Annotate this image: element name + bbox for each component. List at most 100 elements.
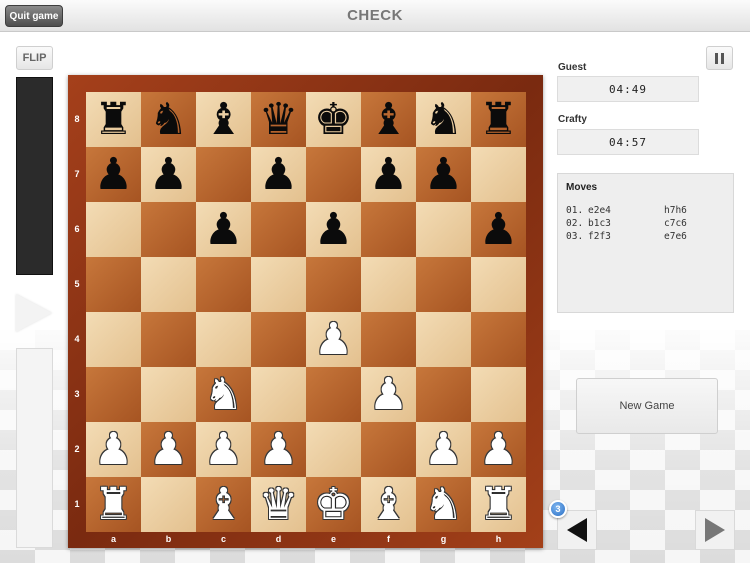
square-b7[interactable]: ♟	[141, 147, 196, 202]
white-pawn-icon[interactable]: ♟	[369, 372, 408, 417]
white-queen-icon[interactable]: ♛	[259, 482, 298, 527]
next-move-button[interactable]	[695, 510, 735, 550]
square-c4[interactable]	[196, 312, 251, 367]
black-pawn-icon[interactable]: ♟	[369, 152, 408, 197]
square-f5[interactable]	[361, 257, 416, 312]
square-g3[interactable]	[416, 367, 471, 422]
square-h7[interactable]	[471, 147, 526, 202]
square-e4[interactable]: ♟	[306, 312, 361, 367]
black-pawn-icon[interactable]: ♟	[204, 207, 243, 252]
black-bishop-icon[interactable]: ♝	[204, 97, 243, 142]
white-king-icon[interactable]: ♚	[314, 482, 353, 527]
square-f3[interactable]: ♟	[361, 367, 416, 422]
square-f2[interactable]	[361, 422, 416, 477]
white-rook-icon[interactable]: ♜	[94, 482, 133, 527]
black-pawn-icon[interactable]: ♟	[314, 207, 353, 252]
black-pawn-icon[interactable]: ♟	[149, 152, 188, 197]
black-bishop-icon[interactable]: ♝	[369, 97, 408, 142]
square-c5[interactable]	[196, 257, 251, 312]
square-f8[interactable]: ♝	[361, 92, 416, 147]
square-a3[interactable]	[86, 367, 141, 422]
square-b4[interactable]	[141, 312, 196, 367]
square-a5[interactable]	[86, 257, 141, 312]
black-knight-icon[interactable]: ♞	[424, 97, 463, 142]
square-g4[interactable]	[416, 312, 471, 367]
square-e7[interactable]	[306, 147, 361, 202]
white-pawn-icon[interactable]: ♟	[479, 427, 518, 472]
square-b8[interactable]: ♞	[141, 92, 196, 147]
square-g7[interactable]: ♟	[416, 147, 471, 202]
new-game-button[interactable]: New Game	[576, 378, 718, 434]
black-pawn-icon[interactable]: ♟	[479, 207, 518, 252]
square-f6[interactable]	[361, 202, 416, 257]
black-rook-icon[interactable]: ♜	[94, 97, 133, 142]
square-c3[interactable]: ♞	[196, 367, 251, 422]
square-b1[interactable]	[141, 477, 196, 532]
square-h5[interactable]	[471, 257, 526, 312]
white-knight-icon[interactable]: ♞	[204, 372, 243, 417]
white-pawn-icon[interactable]: ♟	[149, 427, 188, 472]
black-pawn-icon[interactable]: ♟	[94, 152, 133, 197]
square-c2[interactable]: ♟	[196, 422, 251, 477]
square-g6[interactable]	[416, 202, 471, 257]
white-pawn-icon[interactable]: ♟	[204, 427, 243, 472]
flip-board-button[interactable]: FLIP	[16, 46, 53, 70]
black-pawn-icon[interactable]: ♟	[259, 152, 298, 197]
square-a1[interactable]: ♜	[86, 477, 141, 532]
white-rook-icon[interactable]: ♜	[479, 482, 518, 527]
square-d1[interactable]: ♛	[251, 477, 306, 532]
black-pawn-icon[interactable]: ♟	[424, 152, 463, 197]
black-knight-icon[interactable]: ♞	[149, 97, 188, 142]
white-pawn-icon[interactable]: ♟	[314, 317, 353, 362]
square-e8[interactable]: ♚	[306, 92, 361, 147]
white-pawn-icon[interactable]: ♟	[424, 427, 463, 472]
square-h4[interactable]	[471, 312, 526, 367]
square-c8[interactable]: ♝	[196, 92, 251, 147]
square-b6[interactable]	[141, 202, 196, 257]
square-a8[interactable]: ♜	[86, 92, 141, 147]
square-h1[interactable]: ♜	[471, 477, 526, 532]
square-b3[interactable]	[141, 367, 196, 422]
square-e2[interactable]	[306, 422, 361, 477]
square-e6[interactable]: ♟	[306, 202, 361, 257]
square-d4[interactable]	[251, 312, 306, 367]
pause-icon[interactable]	[706, 46, 733, 70]
black-queen-icon[interactable]: ♛	[259, 97, 298, 142]
white-knight-icon[interactable]: ♞	[424, 482, 463, 527]
square-f4[interactable]	[361, 312, 416, 367]
square-g1[interactable]: ♞	[416, 477, 471, 532]
white-bishop-icon[interactable]: ♝	[369, 482, 408, 527]
square-d6[interactable]	[251, 202, 306, 257]
black-rook-icon[interactable]: ♜	[479, 97, 518, 142]
square-c6[interactable]: ♟	[196, 202, 251, 257]
square-c7[interactable]	[196, 147, 251, 202]
square-h3[interactable]	[471, 367, 526, 422]
square-e1[interactable]: ♚	[306, 477, 361, 532]
white-bishop-icon[interactable]: ♝	[204, 482, 243, 527]
square-d7[interactable]: ♟	[251, 147, 306, 202]
square-b2[interactable]: ♟	[141, 422, 196, 477]
square-g5[interactable]	[416, 257, 471, 312]
square-f7[interactable]: ♟	[361, 147, 416, 202]
square-a2[interactable]: ♟	[86, 422, 141, 477]
square-e5[interactable]	[306, 257, 361, 312]
square-a6[interactable]	[86, 202, 141, 257]
black-king-icon[interactable]: ♚	[314, 97, 353, 142]
square-c1[interactable]: ♝	[196, 477, 251, 532]
square-g8[interactable]: ♞	[416, 92, 471, 147]
square-d5[interactable]	[251, 257, 306, 312]
square-f1[interactable]: ♝	[361, 477, 416, 532]
square-a4[interactable]	[86, 312, 141, 367]
square-a7[interactable]: ♟	[86, 147, 141, 202]
square-h2[interactable]: ♟	[471, 422, 526, 477]
square-d2[interactable]: ♟	[251, 422, 306, 477]
white-pawn-icon[interactable]: ♟	[259, 427, 298, 472]
square-h6[interactable]: ♟	[471, 202, 526, 257]
square-h8[interactable]: ♜	[471, 92, 526, 147]
square-g2[interactable]: ♟	[416, 422, 471, 477]
square-d8[interactable]: ♛	[251, 92, 306, 147]
square-e3[interactable]	[306, 367, 361, 422]
white-pawn-icon[interactable]: ♟	[94, 427, 133, 472]
square-b5[interactable]	[141, 257, 196, 312]
square-d3[interactable]	[251, 367, 306, 422]
